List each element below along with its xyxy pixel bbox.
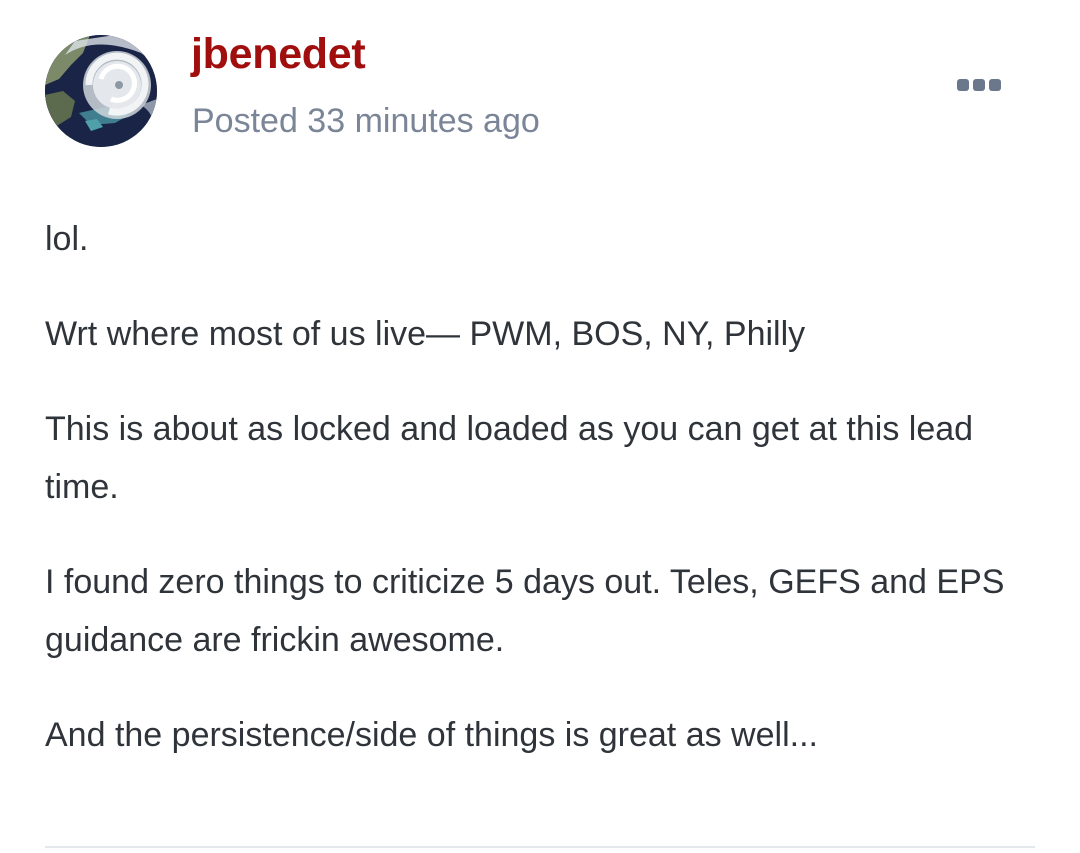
post-options-button[interactable]	[952, 70, 1006, 100]
forum-post: jbenedet Posted 33 minutes ago lol. Wrt …	[0, 0, 1080, 853]
post-paragraph: lol.	[45, 220, 89, 258]
post-paragraph: Wrt where most of us live— PWM, BOS, NY,…	[45, 315, 806, 353]
post-paragraph: And the persistence/side of things is gr…	[45, 716, 818, 754]
avatar[interactable]	[45, 35, 157, 147]
post-timestamp: Posted 33 minutes ago	[192, 102, 540, 140]
ellipsis-icon	[957, 79, 969, 91]
post-paragraph: This is about as locked and loaded as yo…	[45, 410, 974, 506]
ellipsis-icon	[973, 79, 985, 91]
post-paragraph: I found zero things to criticize 5 days …	[45, 563, 1005, 659]
post-divider	[45, 846, 1035, 848]
hurricane-satellite-avatar-icon	[45, 35, 157, 147]
post-body: lol. Wrt where most of us live— PWM, BOS…	[45, 210, 1035, 801]
author-name[interactable]: jbenedet	[191, 30, 366, 79]
ellipsis-icon	[989, 79, 1001, 91]
